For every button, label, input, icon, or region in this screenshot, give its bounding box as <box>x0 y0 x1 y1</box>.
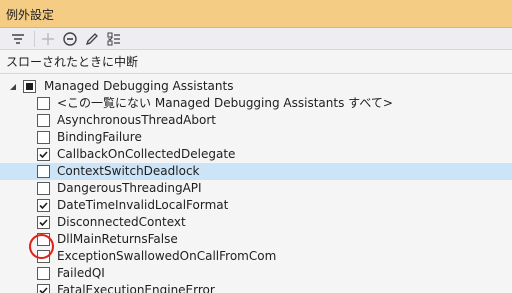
tree-item-row[interactable]: <この一覧にない Managed Debugging Assistants すべ… <box>0 95 512 112</box>
minus-circle-icon[interactable] <box>62 31 78 47</box>
tree-item-row[interactable]: FailedQI <box>0 265 512 282</box>
tree-item-label: DateTimeInvalidLocalFormat <box>57 198 229 212</box>
tree-item-label: DangerousThreadingAPI <box>57 181 202 195</box>
highlight-circle-annotation <box>29 234 54 259</box>
tree-item-label: BindingFailure <box>57 130 142 144</box>
indeterminate-mark <box>26 83 33 90</box>
break-when-thrown-header: スローされたときに中断 <box>0 51 512 74</box>
tree-item-label: AsynchronousThreadAbort <box>57 113 216 127</box>
tree-item-row[interactable]: ExceptionSwallowedOnCallFromCom <box>0 248 512 265</box>
item-checkbox[interactable] <box>37 182 50 195</box>
plus-icon[interactable] <box>40 31 56 47</box>
tree-item-row[interactable]: ContextSwitchDeadlock <box>0 163 512 180</box>
tree-item-label: CallbackOnCollectedDelegate <box>57 147 236 161</box>
item-checkbox[interactable] <box>37 267 50 280</box>
pencil-icon[interactable] <box>84 31 100 47</box>
tree-root-label: Managed Debugging Assistants <box>44 79 234 93</box>
tree-item-label: FailedQI <box>57 266 105 280</box>
check-mark-icon <box>39 219 48 227</box>
tree-root-row[interactable]: Managed Debugging Assistants <box>0 78 512 95</box>
tree-item-label: DllMainReturnsFalse <box>57 232 178 246</box>
toolbar-separator <box>34 31 35 47</box>
item-checkbox[interactable] <box>37 199 50 212</box>
tree-item-label: FatalExecutionEngineError <box>57 283 215 293</box>
tool-window-title-bar: 例外設定 <box>0 0 512 28</box>
item-checkbox[interactable] <box>37 114 50 127</box>
tree-item-label: ContextSwitchDeadlock <box>57 164 200 178</box>
check-mark-icon <box>39 151 48 159</box>
filter-icon[interactable] <box>10 31 26 47</box>
tree-item-row[interactable]: DateTimeInvalidLocalFormat <box>0 197 512 214</box>
item-checkbox[interactable] <box>37 97 50 110</box>
tree-item-row[interactable]: DangerousThreadingAPI <box>0 180 512 197</box>
tree-item-row[interactable]: DisconnectedContext <box>0 214 512 231</box>
expand-triangle-icon[interactable] <box>8 81 18 91</box>
item-checkbox[interactable] <box>37 165 50 178</box>
item-checkbox[interactable] <box>37 131 50 144</box>
tree-item-label: ExceptionSwallowedOnCallFromCom <box>57 249 277 263</box>
tree-item-row[interactable]: FatalExecutionEngineError <box>0 282 512 293</box>
item-checkbox[interactable] <box>37 284 50 293</box>
window-title: 例外設定 <box>6 8 55 22</box>
tree-item-row[interactable]: AsynchronousThreadAbort <box>0 112 512 129</box>
toolbar <box>0 28 512 50</box>
break-when-thrown-label: スローされたときに中断 <box>6 55 139 69</box>
tree-item-row[interactable]: CallbackOnCollectedDelegate <box>0 146 512 163</box>
checklist-icon[interactable] <box>106 31 122 47</box>
exception-tree: Managed Debugging Assistants <この一覧にない Ma… <box>0 75 512 293</box>
item-checkbox[interactable] <box>37 148 50 161</box>
check-mark-icon <box>39 202 48 210</box>
tree-item-row[interactable]: BindingFailure <box>0 129 512 146</box>
check-mark-icon <box>39 287 48 293</box>
tree-item-label: <この一覧にない Managed Debugging Assistants すべ… <box>57 96 393 110</box>
tree-item-label: DisconnectedContext <box>57 215 186 229</box>
tree-item-row[interactable]: DllMainReturnsFalse <box>0 231 512 248</box>
item-checkbox[interactable] <box>37 216 50 229</box>
root-checkbox[interactable] <box>23 80 36 93</box>
